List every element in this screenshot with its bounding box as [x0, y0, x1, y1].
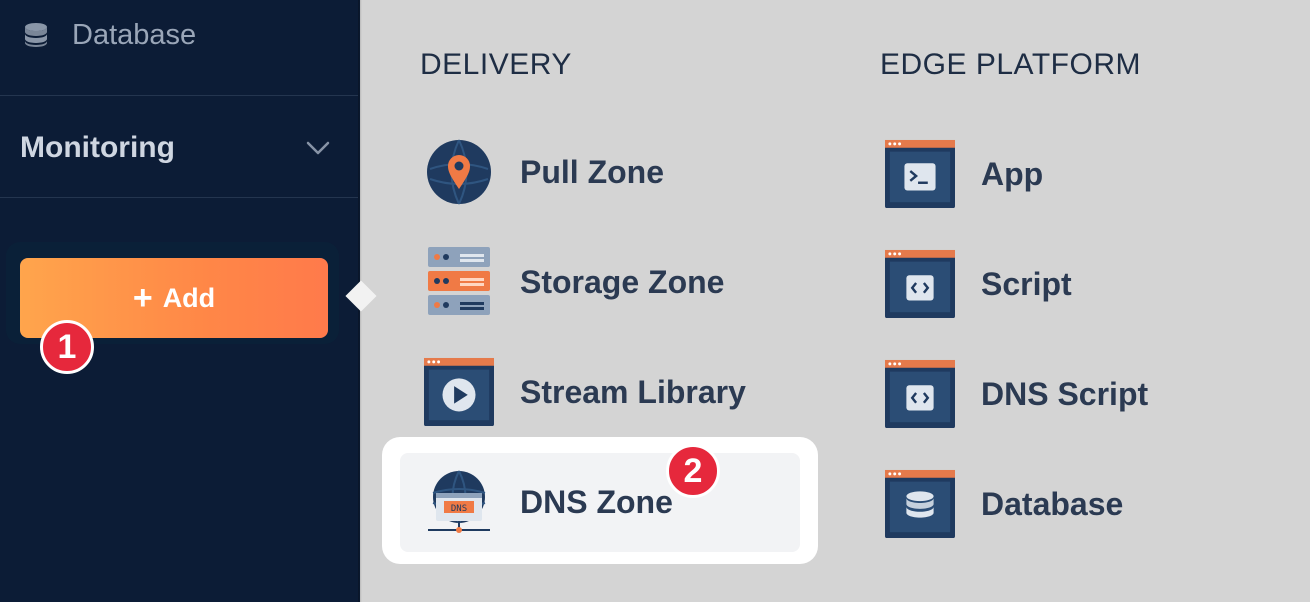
step-badge-2: 2: [666, 444, 720, 498]
menu-item-pull-zone[interactable]: Pull Zone: [424, 137, 664, 207]
menu-item-label: DNS Zone: [520, 483, 673, 520]
sidebar-divider: [0, 95, 358, 96]
sidebar-item-label: Database: [72, 18, 197, 51]
menu-item-label: Stream Library: [520, 373, 746, 410]
menu-item-label: Pull Zone: [520, 153, 664, 190]
menu-item-label: App: [981, 155, 1044, 192]
menu-item-stream-library[interactable]: Stream Library: [424, 357, 746, 427]
menu-item-database[interactable]: Database: [885, 469, 1123, 539]
svg-text:DNS: DNS: [451, 504, 467, 514]
menu-item-script[interactable]: Script: [885, 249, 1072, 319]
menu-item-app[interactable]: App: [885, 139, 1043, 209]
menu-item-dns-zone[interactable]: DNS DNS Zone: [424, 467, 673, 537]
menu-item-label: Script: [981, 265, 1072, 302]
database-window-icon: [885, 469, 955, 539]
menu-item-storage-zone[interactable]: Storage Zone: [424, 247, 724, 317]
terminal-window-icon: [885, 139, 955, 209]
sidebar-item-database[interactable]: Database: [22, 12, 196, 58]
step-badge-1: 1: [40, 320, 94, 374]
video-play-icon: [424, 357, 494, 427]
plus-icon: +: [132, 279, 153, 317]
sidebar-divider: [0, 197, 358, 198]
sidebar-item-label: Monitoring: [20, 131, 175, 164]
database-icon: [25, 23, 47, 47]
menu-item-label: Storage Zone: [520, 263, 725, 300]
edge-platform-heading: EDGE PLATFORM: [880, 48, 1141, 81]
dns-globe-icon: DNS: [424, 467, 494, 537]
menu-item-dns-script[interactable]: DNS Script: [885, 359, 1148, 429]
code-window-icon: [885, 359, 955, 429]
map-pin-globe-icon: [424, 137, 494, 207]
add-button-label: Add: [162, 282, 216, 313]
menu-item-label: DNS Script: [981, 375, 1149, 412]
delivery-heading: DELIVERY: [420, 48, 572, 81]
chevron-down-icon: [306, 141, 330, 155]
menu-item-label: Database: [981, 485, 1124, 522]
sidebar-item-monitoring[interactable]: Monitoring: [20, 126, 330, 170]
server-stack-icon: [424, 247, 494, 317]
code-window-icon: [885, 249, 955, 319]
